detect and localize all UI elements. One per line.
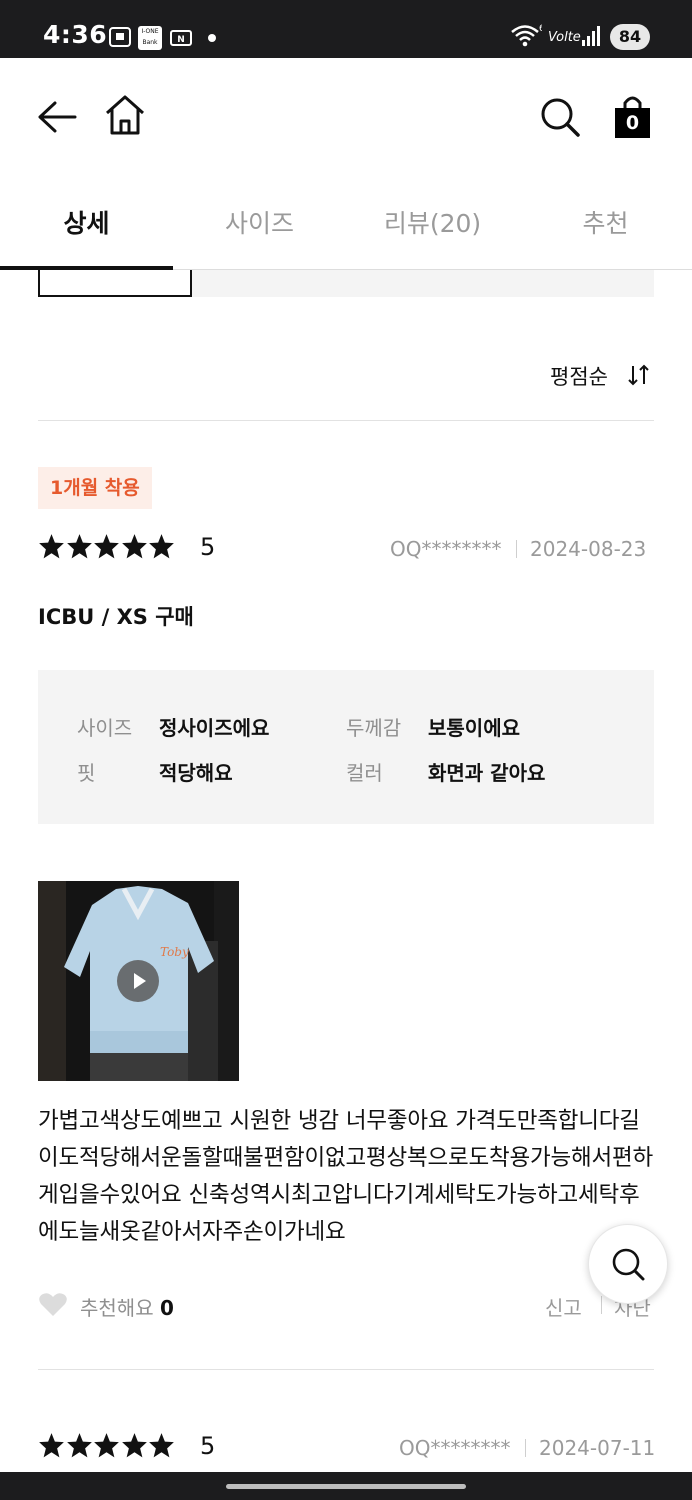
report-button[interactable]: 신고 (545, 1292, 582, 1321)
divider (38, 420, 654, 421)
tab-detail[interactable]: 상세 (0, 204, 173, 240)
home-icon[interactable] (104, 95, 146, 135)
filter-chip[interactable] (38, 270, 192, 297)
heart-icon[interactable] (38, 1292, 68, 1318)
meta-separator (525, 1439, 526, 1457)
play-button[interactable] (117, 960, 159, 1002)
spec-thickness-value: 보통이에요 (428, 716, 520, 740)
spec-size-label: 사이즈 (77, 716, 133, 740)
home-gesture-handle[interactable] (226, 1484, 466, 1489)
star-icon (94, 1433, 119, 1458)
reviewer-id: OQ******** (390, 537, 502, 561)
rating-score: 5 (200, 1432, 216, 1460)
play-icon (134, 973, 146, 989)
star-icon (66, 1433, 92, 1458)
spec-color-label: 컬러 (346, 761, 383, 785)
purchased-option: ICBU / XS 구매 (38, 605, 194, 629)
notification-dot-icon (208, 34, 216, 42)
review-body: 가볍고색상도예쁘고 시원한 냉감 너무좋아요 가격도만족합니다길이도적당해서운돌… (38, 1108, 654, 1245)
app-header (0, 58, 692, 176)
star-icon (149, 1433, 174, 1458)
signal-icon (582, 26, 600, 46)
wifi-icon: 6 (511, 24, 542, 47)
star-icon (149, 534, 174, 559)
star-icon (39, 534, 64, 559)
search-icon[interactable] (540, 97, 580, 137)
battery-indicator: 84 (610, 24, 650, 50)
star-icon (121, 534, 147, 559)
status-bar: 4:36 I-ONE Bank N 6 Volte 84 (0, 0, 692, 58)
review-date: 2024-08-23 (530, 537, 647, 561)
tab-recommend[interactable]: 추천 (519, 204, 692, 240)
review-date: 2024-07-11 (539, 1436, 656, 1460)
wear-duration-tag: 1개월 착용 (38, 467, 152, 509)
fit-spec-box: 사이즈 정사이즈에요 두께감 보통이에요 핏 적당해요 컬러 화면과 같아요 (38, 670, 654, 824)
star-icon (94, 534, 119, 559)
search-icon (612, 1248, 645, 1281)
status-time: 4:36 (43, 20, 108, 49)
spec-fit-value: 적당해요 (159, 761, 233, 785)
star-rating (38, 533, 176, 564)
star-icon (66, 534, 92, 559)
divider (38, 1369, 654, 1370)
svg-text:6: 6 (539, 24, 542, 34)
nfc-icon: N (170, 30, 192, 46)
sort-label[interactable]: 평점순 (550, 361, 608, 391)
tab-bar: 상세 사이즈 리뷰(20) 추천 (0, 176, 692, 270)
star-icon (39, 1433, 64, 1458)
star-rating (38, 1432, 176, 1463)
spec-size-value: 정사이즈에요 (159, 716, 270, 740)
svg-text:Toby: Toby (160, 945, 189, 959)
tab-reviews[interactable]: 리뷰(20) (346, 204, 519, 240)
svg-text:N: N (177, 35, 185, 45)
spec-thickness-label: 두께감 (346, 716, 402, 740)
floating-search-button[interactable] (588, 1224, 668, 1304)
meta-separator (516, 540, 517, 558)
reviewer-id: OQ******** (399, 1436, 511, 1460)
back-arrow-icon[interactable] (37, 100, 77, 134)
tab-size[interactable]: 사이즈 (173, 204, 346, 240)
helpful-button[interactable]: 추천해요 0 (80, 1292, 174, 1321)
volte-indicator: Volte (548, 30, 581, 45)
cart-count-badge[interactable]: 0 (615, 108, 650, 138)
bank-app-icon: I-ONE Bank (138, 26, 162, 50)
spec-color-value: 화면과 같아요 (428, 761, 546, 785)
spec-fit-label: 핏 (77, 761, 96, 785)
helpful-count: 0 (159, 1296, 174, 1320)
rating-score: 5 (200, 533, 216, 561)
screenshot-icon (109, 27, 131, 47)
helpful-label: 추천해요 (80, 1296, 154, 1320)
star-icon (121, 1433, 147, 1458)
sort-icon[interactable] (627, 364, 651, 386)
